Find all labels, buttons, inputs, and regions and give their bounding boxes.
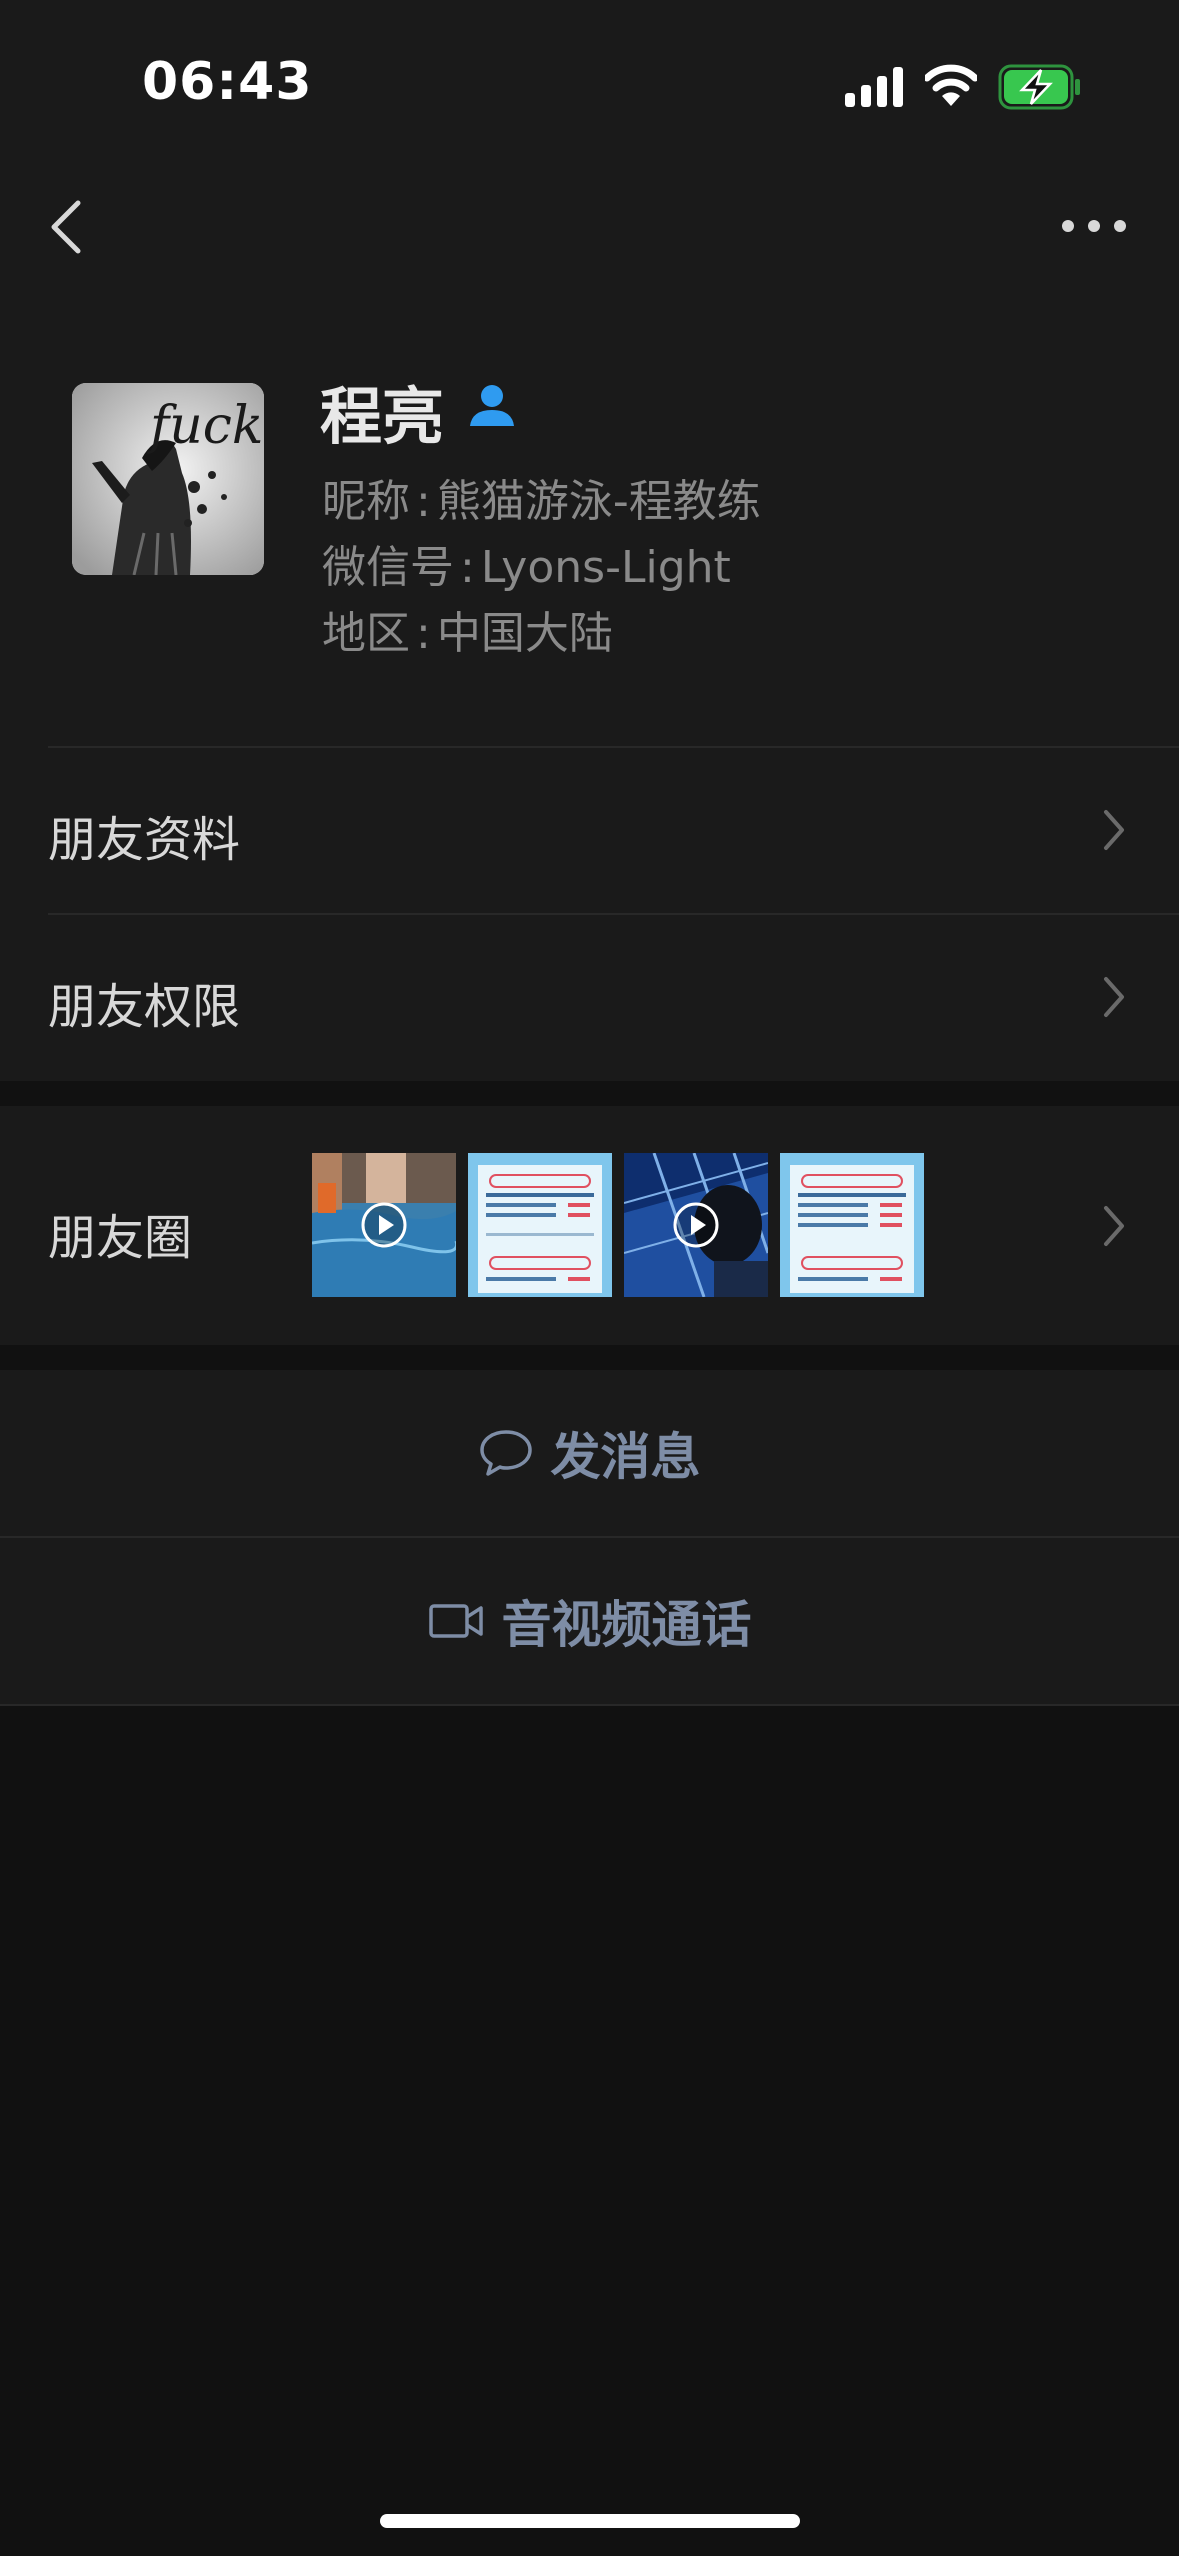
region-label: 地区 [322,608,410,659]
contact-badge-icon [470,385,514,426]
contact-name: 程亮 [320,380,445,453]
back-button[interactable] [44,195,88,259]
avatar-image: fuck [72,383,264,575]
nickname-value: 熊猫游泳-程教练 [436,476,761,527]
send-message-button[interactable]: 发消息 [0,1370,1179,1536]
play-icon [673,1202,719,1248]
moments-thumbnail-video[interactable] [624,1153,768,1297]
moments-thumbnail-image[interactable] [468,1153,612,1297]
more-options-button[interactable] [1058,210,1130,242]
friend-info-label: 朋友资料 [48,812,241,868]
wechat-id-label: 微信号 [322,542,454,593]
video-camera-icon [428,1604,483,1638]
wifi-icon [925,64,977,106]
avatar[interactable]: fuck [72,383,264,575]
avatar-text: fuck [146,396,263,456]
nickname-label: 昵称 [322,476,410,527]
region-line: 地区: 中国大陆 [322,608,613,659]
friend-permissions-row[interactable]: 朋友权限 [0,915,1179,1080]
chat-bubble-icon [479,1430,532,1476]
cellular-signal-icon [845,67,903,107]
chevron-right-icon [1104,977,1124,1017]
chevron-right-icon [1104,810,1124,850]
moments-thumbnail-image[interactable] [780,1153,924,1297]
section-gap [0,1081,1179,1106]
friend-permissions-label: 朋友权限 [48,979,241,1035]
divider [0,1704,1179,1706]
send-message-label: 发消息 [550,1428,701,1486]
moments-thumbnail-video[interactable] [312,1153,456,1297]
video-call-label: 音视频通话 [501,1596,752,1654]
home-indicator[interactable] [380,2514,800,2528]
battery-charging-icon [998,64,1080,110]
section-gap [0,1345,1179,1370]
play-icon [361,1202,407,1248]
nickname-line: 昵称: 熊猫游泳-程教练 [322,476,761,527]
contact-profile-screen: 06:43 fuck 程亮 昵称: 熊猫游泳-程教练 微信号: Lyons-… [0,0,1179,2556]
wechat-id-value: Lyons-Light [480,542,731,593]
chevron-right-icon [1104,1206,1124,1246]
friend-info-row[interactable]: 朋友资料 [0,748,1179,912]
video-call-button[interactable]: 音视频通话 [0,1538,1179,1704]
region-value: 中国大陆 [436,608,613,659]
status-time: 06:43 [142,52,313,112]
wechat-id-line: 微信号: Lyons-Light [322,542,731,593]
moments-label: 朋友圈 [48,1210,193,1266]
